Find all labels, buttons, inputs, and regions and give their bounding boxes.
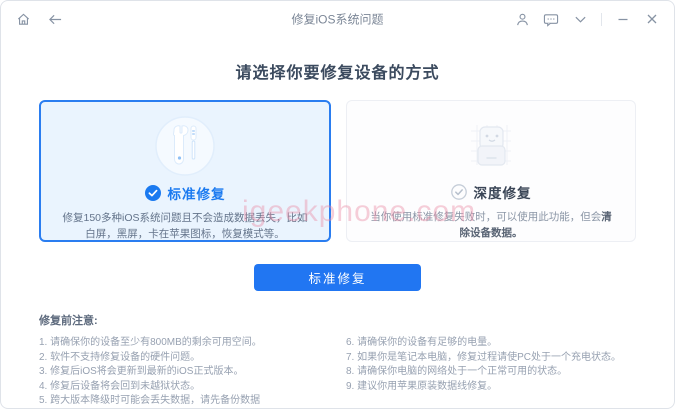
- notes-left-column: 1. 请确保你的设备至少有800MB的剩余可用空间。 2. 软件不支持修复设备的…: [39, 336, 346, 408]
- note-item: 6. 请确保你的设备有足够的电量。: [346, 337, 498, 348]
- notes-right-column: 6. 请确保你的设备有足够的电量。 7. 如果你是笔记本电脑，修复过程请使PC处…: [346, 336, 636, 408]
- note-item: 3. 修复后iOS将会更新到最新的iOS正式版本。: [39, 366, 244, 377]
- note-item: 5. 跨大版本降级时可能会丢失数据，请先备份数据: [39, 395, 261, 406]
- standard-repair-title: 标准修复: [167, 187, 226, 202]
- feedback-chat-icon[interactable]: [543, 11, 559, 27]
- app-window: 修复iOS系统问题 请选择你要修复设备的方式 标准修复 修复150多种iOS系统…: [0, 0, 675, 409]
- tools-icon: [153, 114, 217, 178]
- standard-repair-description: 修复150多种iOS系统问题且不会造成数据丢失，比如白屏，黑屏，卡在苹果图标，恢…: [62, 212, 308, 241]
- home-icon[interactable]: [15, 11, 31, 27]
- standard-repair-button[interactable]: 标准修复: [254, 264, 421, 291]
- note-item: 8. 请确保你电脑的网络处于一个正常可用的状态。: [346, 366, 568, 377]
- check-filled-icon: [144, 185, 161, 201]
- note-item: 2. 软件不支持修复设备的硬件问题。: [39, 351, 201, 363]
- chevron-down-icon[interactable]: [572, 11, 588, 27]
- notes-header: 修复前注意:: [39, 315, 98, 327]
- close-icon[interactable]: [644, 11, 660, 27]
- check-outline-icon: [450, 184, 467, 200]
- note-item: 7. 如果你是笔记本电脑，修复过程请使PC处于一个充电状态。: [346, 351, 622, 363]
- repair-mode-cards: 标准修复 修复150多种iOS系统问题且不会造成数据丢失，比如白屏，黑屏，卡在苹…: [1, 100, 674, 242]
- deep-repair-description: 当你使用标准修复失败时，可以使用此功能，但会清除设备数据。: [370, 211, 612, 240]
- page-title: 请选择你要修复设备的方式: [235, 65, 440, 82]
- notes-section: 修复前注意: 1. 请确保你的设备至少有800MB的剩余可用空间。 2. 软件不…: [1, 312, 674, 408]
- note-item: 1. 请确保你的设备至少有800MB的剩余可用空间。: [39, 337, 262, 348]
- device-icon: [459, 113, 523, 177]
- card-deep-repair[interactable]: 深度修复 当你使用标准修复失败时，可以使用此功能，但会清除设备数据。: [346, 100, 636, 242]
- window-title: 修复iOS系统问题: [291, 12, 384, 27]
- minimize-icon[interactable]: [615, 11, 631, 27]
- back-arrow-icon[interactable]: [47, 11, 63, 27]
- titlebar-separator: [601, 12, 602, 26]
- note-item: 4. 修复后设备将会回到未越狱状态。: [39, 380, 201, 392]
- titlebar: 修复iOS系统问题: [1, 1, 674, 37]
- account-icon[interactable]: [514, 11, 530, 27]
- deep-repair-title: 深度修复: [473, 186, 532, 201]
- card-standard-repair[interactable]: 标准修复 修复150多种iOS系统问题且不会造成数据丢失，比如白屏，黑屏，卡在苹…: [39, 100, 331, 242]
- note-item: 9. 建议你用苹果原装数据线修复。: [346, 380, 498, 392]
